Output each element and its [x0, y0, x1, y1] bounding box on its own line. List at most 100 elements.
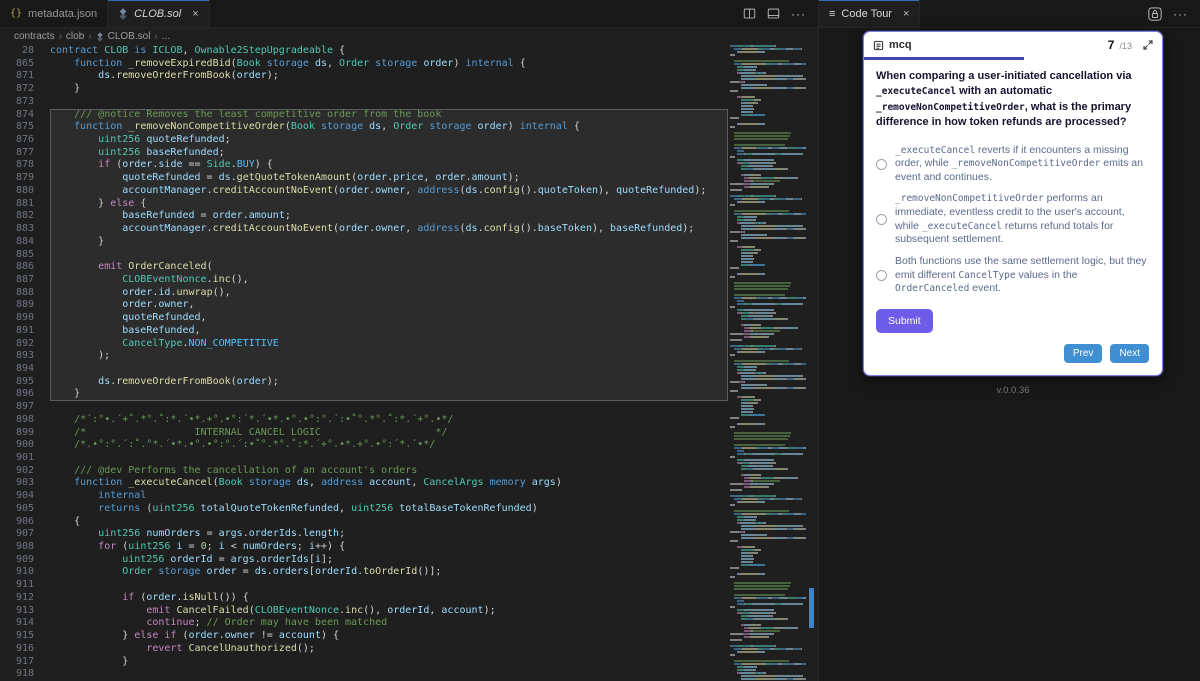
line-number: 871: [15, 70, 34, 82]
code-line: 28 contract CLOB is ICLOB, Ownable2StepUp…: [0, 45, 728, 58]
line-number: 886: [15, 261, 34, 273]
mcq-question: When comparing a user-initiated cancella…: [876, 70, 1132, 129]
line-number: 908: [15, 541, 34, 553]
customize-layout-icon[interactable]: [767, 7, 780, 20]
mcq-card: mcq 7 /13 When comparing a user-initiate…: [863, 31, 1163, 376]
line-number: 883: [15, 223, 34, 235]
mcq-option[interactable]: Both functions use the same settlement l…: [876, 255, 1150, 296]
chevron-right-icon: ›: [58, 31, 62, 42]
code-text: CancelType.NON_COMPETITIVE: [50, 337, 728, 351]
line-number: 873: [15, 95, 34, 107]
line-number: 877: [15, 146, 34, 158]
line-number: 876: [15, 134, 34, 146]
panel-tab-bar: ≡ Code Tour × ···: [819, 0, 1200, 28]
line-number: 902: [15, 464, 34, 476]
vscode-window: {} metadata.json CLOB.sol × ··· contract…: [0, 0, 1200, 681]
line-number: 881: [15, 197, 34, 209]
code-line: 907 uint256 numOrders = args.orderIds.le…: [0, 528, 728, 541]
option-radio[interactable]: [876, 214, 887, 226]
code-text: Order storage order = ds.orders[orderId.…: [122, 566, 442, 578]
code-line: 876 uint256 quoteRefunded;: [0, 134, 728, 147]
line-number: 904: [15, 490, 34, 502]
more-actions-icon[interactable]: ···: [791, 7, 806, 21]
solidity-icon: [96, 31, 104, 42]
code-text: }: [50, 388, 728, 402]
code-line: 883 accountManager.creditAccountNoEvent(…: [0, 223, 728, 236]
line-number: 884: [15, 235, 34, 247]
split-editor-icon[interactable]: [743, 7, 756, 20]
code-text: internal: [98, 490, 147, 502]
code-line: 882 baseRefunded = order.amount;: [0, 210, 728, 224]
line-number: 912: [15, 591, 34, 603]
code-text: /*.•°:°.´:˚.°*.´•*.•°.•°:°.´:•˚°.*°.˚:*.…: [74, 439, 436, 451]
prev-button[interactable]: Prev: [1063, 343, 1103, 363]
tab-metadata-json[interactable]: {} metadata.json: [0, 0, 109, 27]
code-editor[interactable]: 28 contract CLOB is ICLOB, Ownable2StepUp…: [0, 45, 818, 681]
code-line: 893 );: [0, 350, 728, 363]
breadcrumb-item[interactable]: ...: [162, 31, 170, 42]
code-text: accountManager.creditAccountNoEvent(orde…: [50, 223, 728, 236]
code-line: 880 accountManager.creditAccountNoEvent(…: [0, 184, 728, 198]
line-number: 910: [15, 566, 34, 578]
submit-button[interactable]: Submit: [876, 308, 933, 333]
json-braces-icon: {}: [10, 8, 23, 19]
code-line: 902 /// @dev Performs the cancellation o…: [0, 465, 728, 478]
code-text: function _removeExpiredBid(Book storage …: [74, 57, 526, 69]
code-text: baseRefunded,: [50, 324, 728, 338]
code-line: 892 CancelType.NON_COMPETITIVE: [0, 337, 728, 351]
code-line: 877 uint256 baseRefunded;: [0, 146, 728, 160]
code-text: }: [50, 235, 728, 249]
line-number: 897: [15, 401, 34, 413]
lock-icon[interactable]: [1148, 6, 1162, 21]
line-number: 885: [15, 248, 34, 260]
code-line: 894: [0, 362, 728, 376]
code-line: 890 quoteRefunded,: [0, 312, 728, 325]
code-text: /// @notice Removes the least competitiv…: [50, 108, 728, 122]
editor-actions: ···: [743, 0, 818, 27]
mcq-option[interactable]: _executeCancel reverts if it encounters …: [876, 144, 1150, 185]
code-line: 913 emit CancelFailed(CLOBEventNonce.inc…: [0, 605, 728, 618]
line-number: 880: [15, 184, 34, 196]
option-text: _removeNonCompetitiveOrder performs an i…: [895, 192, 1125, 246]
mcq-option[interactable]: _removeNonCompetitiveOrder performs an i…: [876, 192, 1150, 247]
tab-clob-sol[interactable]: CLOB.sol ×: [108, 0, 210, 27]
code-line: 917 }: [0, 656, 728, 669]
code-line: 906 {: [0, 516, 728, 529]
tab-label: Code Tour: [841, 7, 892, 20]
line-number: 896: [15, 388, 34, 400]
line-number: 892: [15, 337, 34, 349]
close-tab-icon[interactable]: ×: [192, 8, 198, 20]
expand-icon[interactable]: [1143, 40, 1153, 50]
code-text: function _executeCancel(Book storage ds,…: [74, 477, 562, 489]
line-number: 893: [15, 350, 34, 362]
minimap[interactable]: [728, 45, 806, 681]
code-line: 881 } else {: [0, 197, 728, 211]
mcq-icon: [873, 40, 884, 51]
tab-code-tour[interactable]: ≡ Code Tour ×: [819, 0, 921, 27]
next-button[interactable]: Next: [1110, 343, 1149, 363]
code-line: 900 /*.•°:°.´:˚.°*.´•*.•°.•°:°.´:•˚°.*°.…: [0, 439, 728, 452]
breadcrumb-item[interactable]: CLOB.sol: [108, 31, 151, 42]
more-actions-icon[interactable]: ···: [1173, 7, 1188, 21]
code-text: if (order.side == Side.BUY) {: [50, 159, 728, 173]
code-line: 874 /// @notice Removes the least compet…: [0, 108, 728, 122]
code-line: 897: [0, 401, 728, 414]
option-radio[interactable]: [876, 270, 887, 281]
line-number: 911: [15, 579, 34, 591]
breadcrumb-item[interactable]: clob: [66, 31, 84, 42]
breadcrumb[interactable]: contracts › clob › CLOB.sol › ...: [0, 28, 818, 45]
scrollbar[interactable]: [806, 45, 818, 681]
line-number: 887: [15, 273, 34, 285]
code-text: if (order.isNull()) {: [122, 591, 249, 603]
close-tab-icon[interactable]: ×: [903, 8, 909, 20]
code-text: continue; // Order may have been matched: [146, 617, 388, 629]
code-line: 911: [0, 579, 728, 592]
breadcrumb-item[interactable]: contracts: [14, 31, 55, 42]
code-text: emit CancelFailed(CLOBEventNonce.inc(), …: [146, 604, 496, 616]
option-radio[interactable]: [876, 158, 887, 170]
code-line: 904 internal: [0, 490, 728, 503]
code-line: 905 returns (uint256 totalQuoteTokenRefu…: [0, 503, 728, 516]
